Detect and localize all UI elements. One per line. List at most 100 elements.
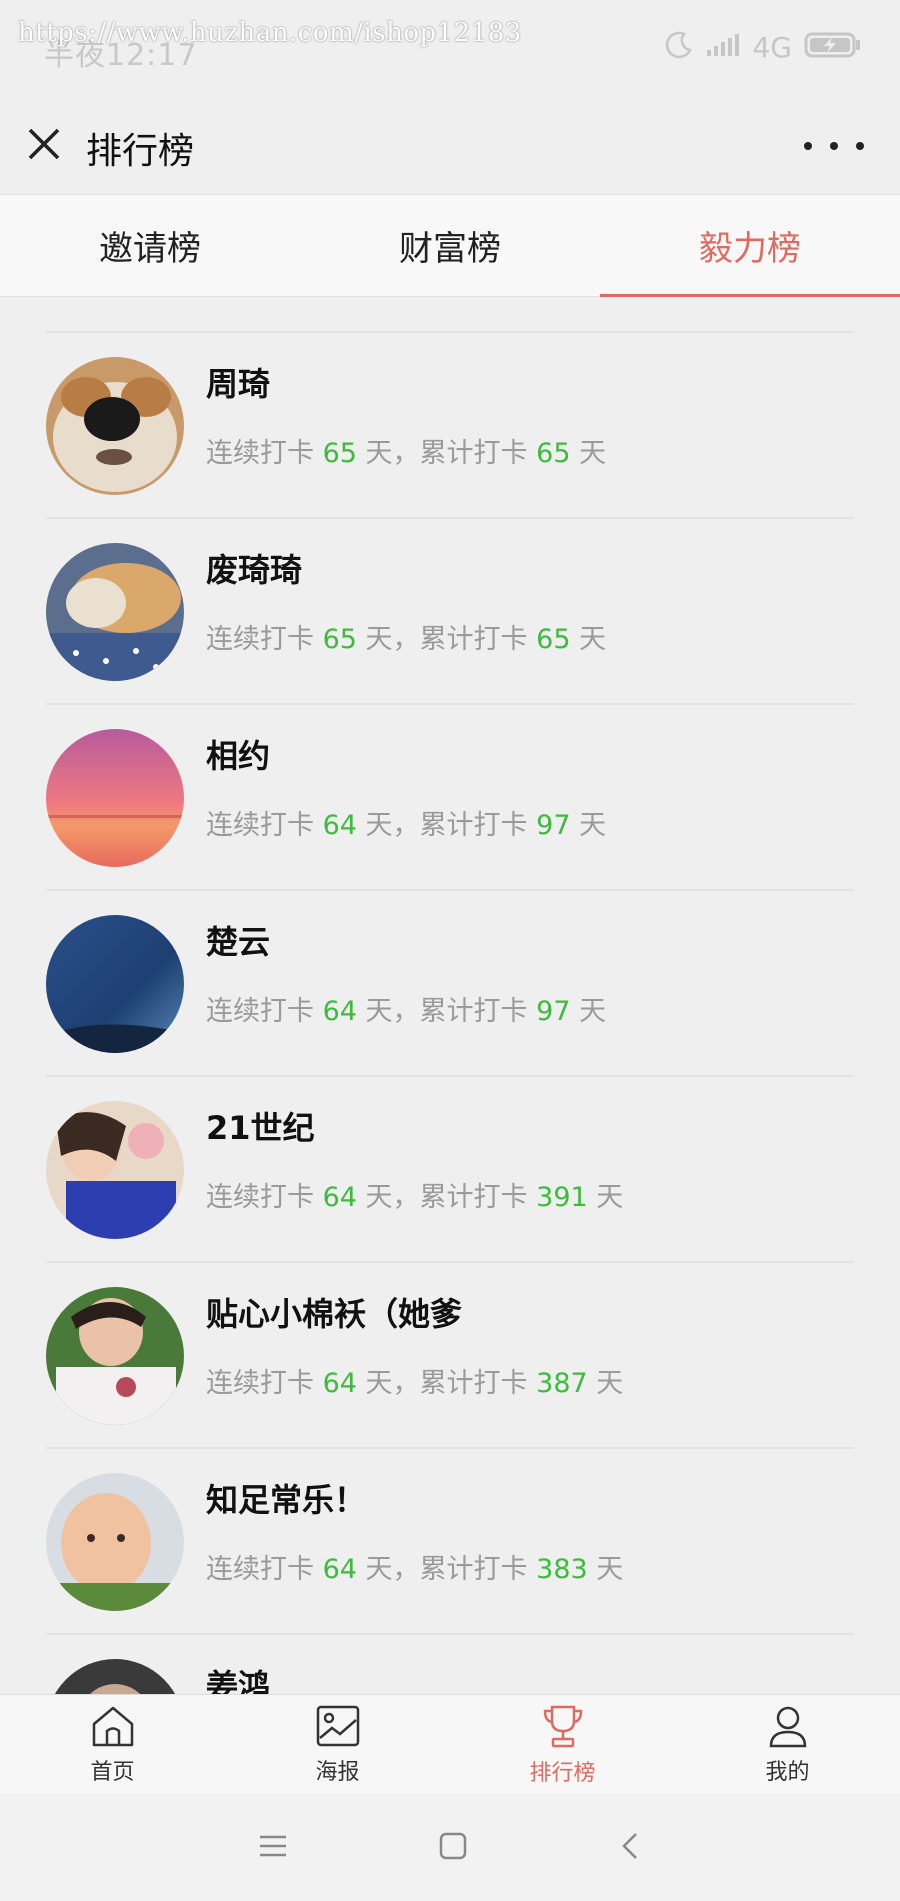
user-name: 废琦琦 <box>206 551 303 589</box>
streak-days: 64 <box>322 1368 357 1399</box>
status-icons: 4G <box>664 30 862 64</box>
nav-home-label: 首页 <box>90 1759 135 1785</box>
tab-wealth[interactable]: 财富榜 <box>300 195 600 296</box>
stat-label: 连续打卡 <box>206 624 314 655</box>
page-title: 排行榜 <box>86 131 195 172</box>
streak-days: 64 <box>322 1182 357 1213</box>
stat-label: 天 <box>596 1368 624 1399</box>
list-item[interactable]: 姜鸿 <box>46 1635 854 1694</box>
avatar <box>46 357 184 495</box>
ranking-list[interactable]: 周琦 连续打卡 65 天，累计打卡 65 天 废琦琦 连续打卡 65 天，累计打… <box>0 297 900 1694</box>
signal-icon <box>706 32 740 62</box>
stat-label: 连续打卡 <box>206 1554 314 1585</box>
total-days: 65 <box>536 438 571 469</box>
user-icon <box>769 1706 806 1747</box>
nav-ranking-label: 排行榜 <box>529 1760 596 1786</box>
streak-days: 64 <box>322 1554 357 1585</box>
more-dot <box>856 142 864 150</box>
checkin-stats: 连续打卡 65 天，累计打卡 65 天 <box>206 617 606 656</box>
avatar <box>46 543 184 681</box>
nav-ranking[interactable]: 排行榜 <box>450 1695 675 1794</box>
stat-label: 天，累计打卡 <box>365 1368 528 1399</box>
stat-label: 天，累计打卡 <box>365 1182 528 1213</box>
streak-days: 64 <box>322 810 357 841</box>
close-icon <box>28 128 60 160</box>
checkin-stats: 连续打卡 64 天，累计打卡 387 天 <box>206 1361 623 1400</box>
avatar <box>46 1287 184 1425</box>
back-icon[interactable] <box>618 1831 642 1865</box>
stat-label: 连续打卡 <box>206 1368 314 1399</box>
avatar <box>46 729 184 867</box>
total-days: 97 <box>536 810 571 841</box>
user-name: 姜鸿 <box>206 1667 271 1694</box>
watermark-text: https://www.huzhan.com/ishop12183 <box>18 18 522 48</box>
page: 半夜12:17 https://www.huzhan.com/ishop1218… <box>0 0 900 1901</box>
tab-perseverance[interactable]: 毅力榜 <box>600 195 900 297</box>
home-square-icon[interactable] <box>438 1831 468 1865</box>
tab-bar: 邀请榜 财富榜 毅力榜 <box>0 194 900 297</box>
stat-label: 天，累计打卡 <box>365 1554 528 1585</box>
user-name: 楚云 <box>206 923 271 961</box>
moon-icon <box>664 30 694 64</box>
close-button[interactable] <box>22 122 66 166</box>
status-bar: 半夜12:17 https://www.huzhan.com/ishop1218… <box>0 0 900 100</box>
stat-label: 天，累计打卡 <box>365 810 528 841</box>
stat-label: 连续打卡 <box>206 438 314 469</box>
poster-icon <box>316 1705 359 1746</box>
nav-poster[interactable]: 海报 <box>225 1695 450 1794</box>
more-dot <box>804 142 812 150</box>
list-item[interactable]: 知足常乐！ 连续打卡 64 天，累计打卡 383 天 <box>46 1449 854 1635</box>
total-days: 391 <box>536 1182 588 1213</box>
avatar <box>46 915 184 1053</box>
total-days: 65 <box>536 624 571 655</box>
stat-label: 天，累计打卡 <box>365 438 528 469</box>
list-item[interactable]: 周琦 连续打卡 65 天，累计打卡 65 天 <box>46 333 854 519</box>
streak-days: 64 <box>322 996 357 1027</box>
nav-poster-label: 海报 <box>315 1759 360 1785</box>
checkin-stats: 连续打卡 65 天，累计打卡 65 天 <box>206 431 606 470</box>
list-item[interactable]: 废琦琦 连续打卡 65 天，累计打卡 65 天 <box>46 519 854 705</box>
total-days: 97 <box>536 996 571 1027</box>
tab-invite[interactable]: 邀请榜 <box>0 195 300 296</box>
list-item[interactable]: 楚云 连续打卡 64 天，累计打卡 97 天 <box>46 891 854 1077</box>
stat-label: 天 <box>579 438 607 469</box>
user-name: 知足常乐！ <box>206 1481 367 1519</box>
streak-days: 65 <box>322 438 357 469</box>
nav-me-label: 我的 <box>765 1759 810 1785</box>
stat-label: 天，累计打卡 <box>365 624 528 655</box>
checkin-stats: 连续打卡 64 天，累计打卡 97 天 <box>206 803 606 842</box>
total-days: 387 <box>536 1368 588 1399</box>
checkin-stats: 连续打卡 64 天，累计打卡 97 天 <box>206 989 606 1028</box>
list-item[interactable]: 贴心小棉袄（她爹 连续打卡 64 天，累计打卡 387 天 <box>46 1263 854 1449</box>
trophy-icon <box>543 1705 582 1747</box>
checkin-stats: 连续打卡 64 天，累计打卡 383 天 <box>206 1547 623 1586</box>
checkin-stats: 连续打卡 64 天，累计打卡 391 天 <box>206 1175 623 1214</box>
stat-label: 天 <box>596 1182 624 1213</box>
stat-label: 天 <box>579 810 607 841</box>
list-item[interactable]: 21世纪 连续打卡 64 天，累计打卡 391 天 <box>46 1077 854 1263</box>
user-name: 周琦 <box>206 365 271 403</box>
network-type: 4G <box>752 30 792 64</box>
battery-charging-icon <box>804 31 862 63</box>
avatar <box>46 1473 184 1611</box>
user-name: 相约 <box>206 737 271 775</box>
avatar <box>46 1659 184 1694</box>
stat-label: 天，累计打卡 <box>365 996 528 1027</box>
list-item[interactable]: 相约 连续打卡 64 天，累计打卡 97 天 <box>46 705 854 891</box>
stat-label: 连续打卡 <box>206 1182 314 1213</box>
stat-label: 连续打卡 <box>206 996 314 1027</box>
streak-days: 65 <box>322 624 357 655</box>
user-name: 21世纪 <box>206 1109 315 1147</box>
home-icon <box>92 1706 133 1746</box>
menu-icon[interactable] <box>258 1832 288 1864</box>
nav-home[interactable]: 首页 <box>0 1695 225 1794</box>
user-name: 贴心小棉袄（她爹 <box>206 1295 463 1333</box>
more-dot <box>830 142 838 150</box>
bottom-nav: 首页 海报 排行榜 我的 <box>0 1694 900 1794</box>
avatar <box>46 1101 184 1239</box>
system-nav <box>0 1794 900 1901</box>
nav-me[interactable]: 我的 <box>675 1695 900 1794</box>
more-button[interactable] <box>804 126 864 166</box>
stat-label: 天 <box>579 624 607 655</box>
stat-label: 天 <box>596 1554 624 1585</box>
